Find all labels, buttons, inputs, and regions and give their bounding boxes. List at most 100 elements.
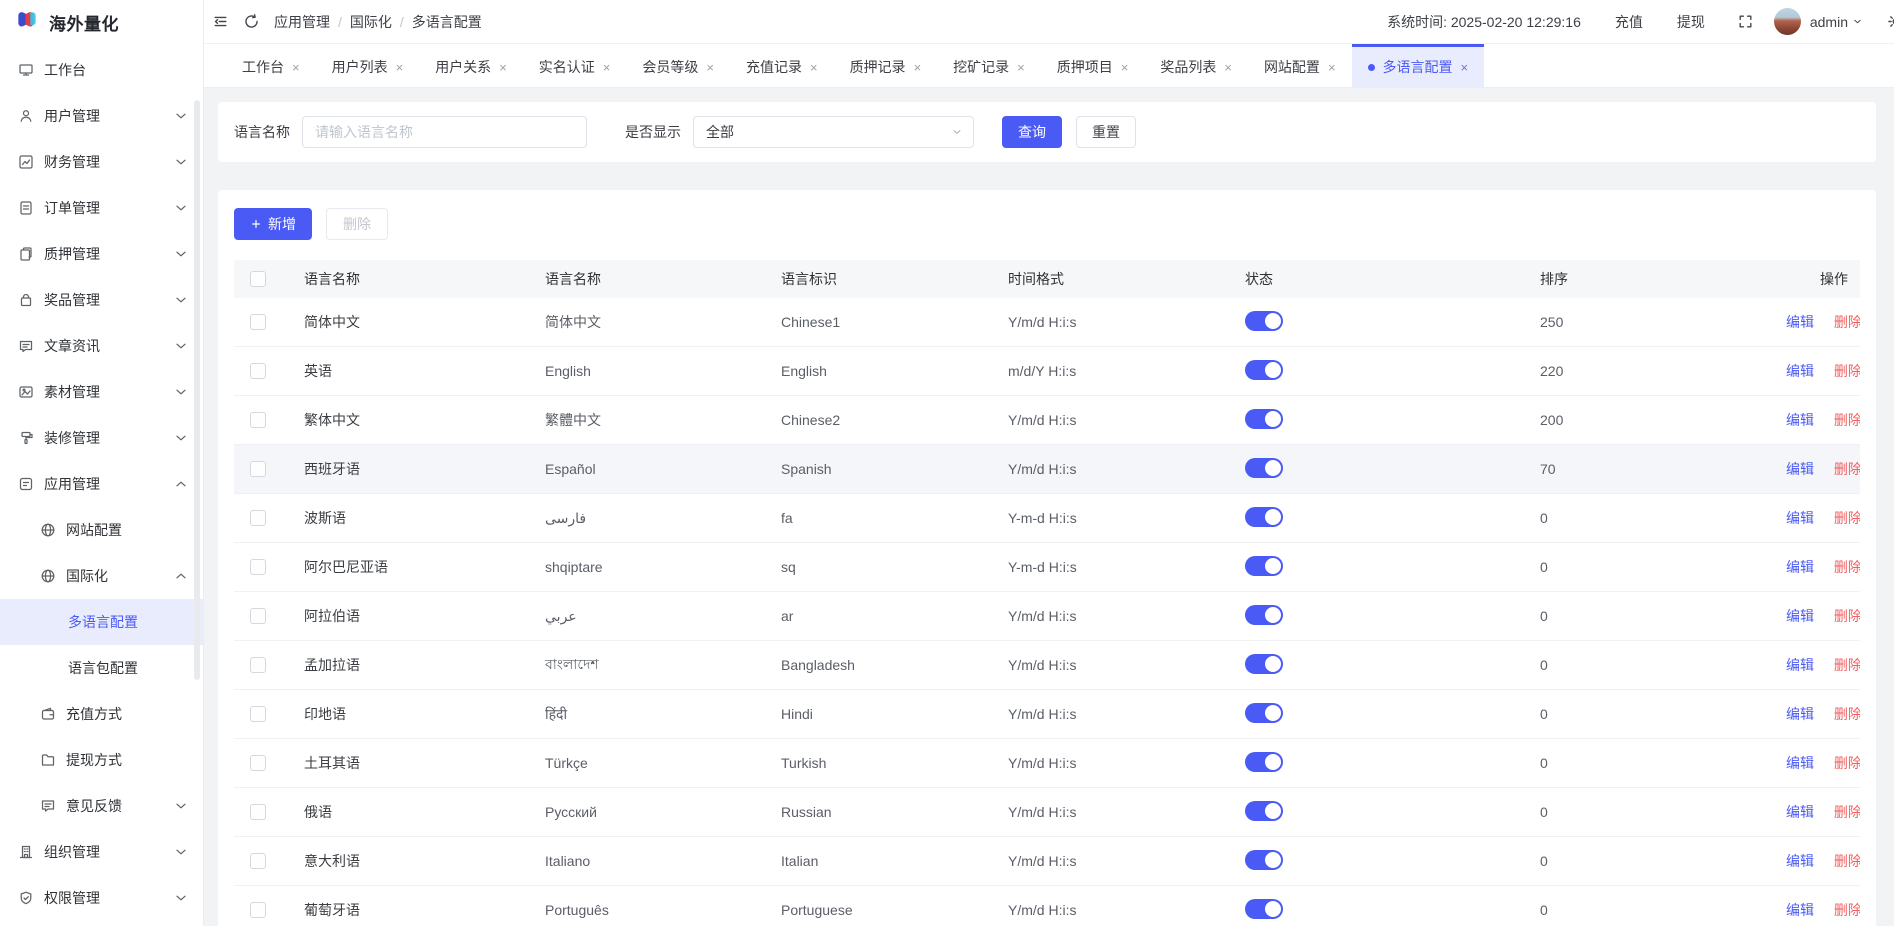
- delete-link[interactable]: 删除: [1834, 461, 1860, 477]
- delete-link[interactable]: 删除: [1834, 363, 1860, 379]
- tab-close-icon[interactable]: ×: [1121, 61, 1129, 74]
- edit-link[interactable]: 编辑: [1786, 804, 1814, 820]
- row-checkbox[interactable]: [250, 510, 266, 526]
- status-toggle[interactable]: [1245, 752, 1283, 772]
- tab[interactable]: 奖品列表 ×: [1144, 44, 1248, 87]
- sidebar-item[interactable]: 应用管理: [0, 461, 203, 507]
- language-name-input[interactable]: [302, 116, 587, 148]
- status-toggle[interactable]: [1245, 458, 1283, 478]
- status-toggle[interactable]: [1245, 801, 1283, 821]
- status-toggle[interactable]: [1245, 605, 1283, 625]
- status-toggle[interactable]: [1245, 507, 1283, 527]
- reset-button[interactable]: 重置: [1076, 116, 1136, 148]
- edit-link[interactable]: 编辑: [1786, 902, 1814, 918]
- tab[interactable]: 质押记录 ×: [834, 44, 938, 87]
- status-toggle[interactable]: [1245, 409, 1283, 429]
- tab-close-icon[interactable]: ×: [914, 61, 922, 74]
- status-toggle[interactable]: [1245, 654, 1283, 674]
- row-checkbox[interactable]: [250, 412, 266, 428]
- fullscreen-icon[interactable]: [1737, 13, 1754, 30]
- tab[interactable]: 用户列表 ×: [316, 44, 420, 87]
- tab[interactable]: 会员等级 ×: [626, 44, 730, 87]
- collapse-menu-icon[interactable]: [212, 13, 229, 30]
- delete-link[interactable]: 删除: [1834, 559, 1860, 575]
- sidebar-item[interactable]: 提现方式: [0, 737, 203, 783]
- breadcrumb-item[interactable]: 国际化: [350, 12, 392, 32]
- sidebar-item[interactable]: 充值方式: [0, 691, 203, 737]
- delete-button[interactable]: 删除: [326, 208, 388, 240]
- tab-close-icon[interactable]: ×: [1461, 61, 1469, 74]
- tab-close-icon[interactable]: ×: [1224, 61, 1232, 74]
- recharge-link[interactable]: 充值: [1615, 12, 1643, 32]
- edit-link[interactable]: 编辑: [1786, 706, 1814, 722]
- status-toggle[interactable]: [1245, 360, 1283, 380]
- delete-link[interactable]: 删除: [1834, 853, 1860, 869]
- refresh-icon[interactable]: [243, 13, 260, 30]
- sidebar-item[interactable]: 网站配置: [0, 507, 203, 553]
- sidebar-item[interactable]: 工作台: [0, 47, 203, 93]
- status-toggle[interactable]: [1245, 850, 1283, 870]
- sidebar-item[interactable]: 用户管理: [0, 93, 203, 139]
- row-checkbox[interactable]: [250, 902, 266, 918]
- tab[interactable]: 充值记录 ×: [730, 44, 834, 87]
- breadcrumb-item[interactable]: 应用管理: [274, 12, 330, 32]
- sidebar-item[interactable]: 语言包配置: [0, 645, 203, 691]
- username[interactable]: admin: [1810, 14, 1848, 30]
- tab[interactable]: 质押项目 ×: [1041, 44, 1145, 87]
- tab-close-icon[interactable]: ×: [292, 61, 300, 74]
- tab-close-icon[interactable]: ×: [706, 61, 714, 74]
- tab-close-icon[interactable]: ×: [499, 61, 507, 74]
- edit-link[interactable]: 编辑: [1786, 657, 1814, 673]
- sidebar-item[interactable]: 意见反馈: [0, 783, 203, 829]
- edit-link[interactable]: 编辑: [1786, 559, 1814, 575]
- status-toggle[interactable]: [1245, 556, 1283, 576]
- delete-link[interactable]: 删除: [1834, 755, 1860, 771]
- row-checkbox[interactable]: [250, 755, 266, 771]
- row-checkbox[interactable]: [250, 657, 266, 673]
- tab-close-icon[interactable]: ×: [1017, 61, 1025, 74]
- status-toggle[interactable]: [1245, 899, 1283, 919]
- sidebar-scrollbar[interactable]: [194, 100, 200, 680]
- row-checkbox[interactable]: [250, 461, 266, 477]
- tab-close-icon[interactable]: ×: [396, 61, 404, 74]
- edit-link[interactable]: 编辑: [1786, 853, 1814, 869]
- edit-link[interactable]: 编辑: [1786, 510, 1814, 526]
- tab-close-icon[interactable]: ×: [810, 61, 818, 74]
- delete-link[interactable]: 删除: [1834, 608, 1860, 624]
- delete-link[interactable]: 删除: [1834, 657, 1860, 673]
- tab[interactable]: 多语言配置 ×: [1352, 44, 1485, 87]
- edit-link[interactable]: 编辑: [1786, 461, 1814, 477]
- edit-link[interactable]: 编辑: [1786, 412, 1814, 428]
- select-all-checkbox[interactable]: [250, 271, 266, 287]
- add-button[interactable]: 新增: [234, 208, 312, 240]
- tab[interactable]: 工作台 ×: [226, 44, 316, 87]
- delete-link[interactable]: 删除: [1834, 902, 1860, 918]
- sidebar-item[interactable]: 多语言配置: [0, 599, 203, 645]
- sidebar-item[interactable]: 奖品管理: [0, 277, 203, 323]
- row-checkbox[interactable]: [250, 314, 266, 330]
- row-checkbox[interactable]: [250, 804, 266, 820]
- tab[interactable]: 网站配置 ×: [1248, 44, 1352, 87]
- delete-link[interactable]: 删除: [1834, 412, 1860, 428]
- sidebar-item[interactable]: 文章资讯: [0, 323, 203, 369]
- show-select[interactable]: 全部: [693, 116, 974, 148]
- chevron-down-icon[interactable]: [1852, 16, 1863, 27]
- edit-link[interactable]: 编辑: [1786, 314, 1814, 330]
- row-checkbox[interactable]: [250, 706, 266, 722]
- sidebar-item[interactable]: 质押管理: [0, 231, 203, 277]
- search-button[interactable]: 查询: [1002, 116, 1062, 148]
- edit-link[interactable]: 编辑: [1786, 363, 1814, 379]
- sidebar-item[interactable]: 组织管理: [0, 829, 203, 875]
- edit-link[interactable]: 编辑: [1786, 755, 1814, 771]
- tab[interactable]: 挖矿记录 ×: [937, 44, 1041, 87]
- row-checkbox[interactable]: [250, 559, 266, 575]
- tab[interactable]: 用户关系 ×: [419, 44, 523, 87]
- row-checkbox[interactable]: [250, 363, 266, 379]
- delete-link[interactable]: 删除: [1834, 804, 1860, 820]
- sidebar-item[interactable]: 订单管理: [0, 185, 203, 231]
- delete-link[interactable]: 删除: [1834, 706, 1860, 722]
- withdraw-link[interactable]: 提现: [1677, 12, 1705, 32]
- edit-link[interactable]: 编辑: [1786, 608, 1814, 624]
- sidebar-item[interactable]: 国际化: [0, 553, 203, 599]
- avatar[interactable]: [1774, 8, 1801, 35]
